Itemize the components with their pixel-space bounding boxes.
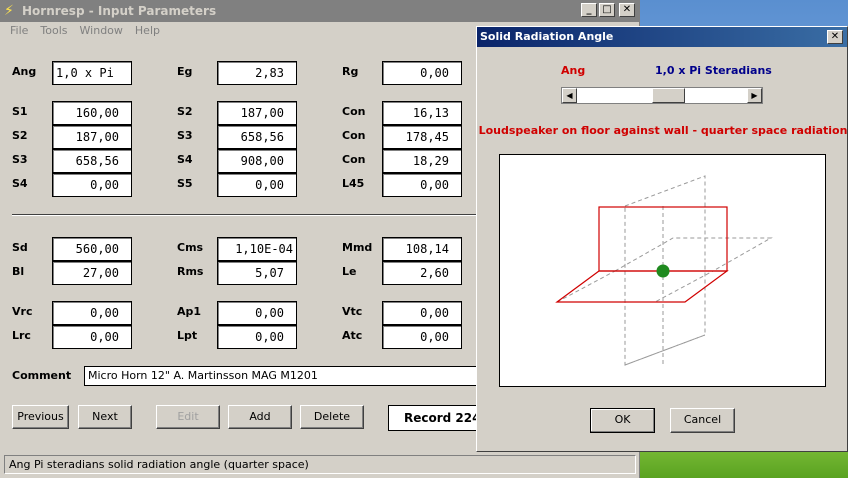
dialog-titlebar: Solid Radiation Angle ✕: [477, 27, 847, 47]
radiation-description: Loudspeaker on floor against wall - quar…: [478, 124, 848, 137]
menu-tools[interactable]: Tools: [34, 22, 73, 40]
menu-help[interactable]: Help: [129, 22, 166, 40]
label-sd: Sd: [12, 241, 28, 254]
minimize-button[interactable]: _: [581, 3, 597, 17]
field-con-2[interactable]: 178,45: [382, 125, 462, 149]
field-vtc[interactable]: 0,00: [382, 301, 462, 325]
label-s1: S1: [12, 105, 28, 118]
field-s3-right[interactable]: 658,56: [217, 125, 297, 149]
dialog-title: Solid Radiation Angle: [480, 30, 614, 43]
quarter-space-solid-lines: [555, 206, 729, 303]
label-s3: S3: [12, 153, 28, 166]
label-con-2: Con: [342, 129, 366, 142]
label-bl: Bl: [12, 265, 25, 278]
floor-parallelogram: [555, 270, 729, 303]
window-title: Hornresp - Input Parameters: [22, 4, 217, 18]
field-s2[interactable]: 187,00: [52, 125, 132, 149]
label-s2-right: S2: [177, 105, 193, 118]
field-con-1[interactable]: 16,13: [382, 101, 462, 125]
field-s1[interactable]: 160,00: [52, 101, 132, 125]
angle-slider[interactable]: ◀ ▶: [561, 87, 763, 104]
scroll-left-arrow-icon[interactable]: ◀: [562, 88, 577, 103]
solid-radiation-angle-dialog: Solid Radiation Angle ✕ Ang 1,0 x Pi Ste…: [476, 26, 848, 452]
label-le: Le: [342, 265, 357, 278]
field-ap1[interactable]: 0,00: [217, 301, 297, 325]
dashed-horizontal-plane: [613, 237, 773, 272]
label-vrc: Vrc: [12, 305, 33, 318]
field-eg[interactable]: 2,83: [217, 61, 297, 85]
label-rms: Rms: [177, 265, 204, 278]
comment-field[interactable]: Micro Horn 12" A. Martinsson MAG M1201: [84, 366, 484, 386]
label-lrc: Lrc: [12, 329, 31, 342]
label-comment: Comment: [12, 369, 72, 382]
slider-thumb[interactable]: [652, 88, 685, 103]
label-s4: S4: [12, 177, 28, 190]
status-bar: Ang Pi steradians solid radiation angle …: [4, 455, 636, 474]
next-button[interactable]: Next: [78, 405, 132, 429]
radiation-diagram: [499, 154, 826, 387]
main-titlebar: ⚡ Hornresp - Input Parameters _ □ ✕: [0, 0, 639, 22]
label-s5: S5: [177, 177, 193, 190]
menu-file[interactable]: File: [4, 22, 34, 40]
label-con-1: Con: [342, 105, 366, 118]
field-rms[interactable]: 5,07: [217, 261, 297, 285]
field-con-3[interactable]: 18,29: [382, 149, 462, 173]
scroll-right-arrow-icon[interactable]: ▶: [747, 88, 762, 103]
field-vrc[interactable]: 0,00: [52, 301, 132, 325]
field-rg[interactable]: 0,00: [382, 61, 462, 85]
field-mmd[interactable]: 108,14: [382, 237, 462, 261]
cancel-button[interactable]: Cancel: [670, 408, 735, 433]
field-l45[interactable]: 0,00: [382, 173, 462, 197]
label-lpt: Lpt: [177, 329, 198, 342]
label-rg: Rg: [342, 65, 359, 78]
record-indicator: Record 224: [388, 405, 484, 431]
maximize-button[interactable]: □: [599, 3, 615, 17]
separator: [12, 214, 482, 216]
field-sd[interactable]: 560,00: [52, 237, 132, 261]
field-le[interactable]: 2,60: [382, 261, 462, 285]
field-s3[interactable]: 658,56: [52, 149, 132, 173]
label-ang: Ang: [12, 65, 37, 78]
field-cms[interactable]: 1,10E-04: [217, 237, 297, 261]
ok-button[interactable]: OK: [590, 408, 655, 433]
hornresp-app-icon: ⚡: [4, 3, 14, 19]
field-ang[interactable]: 1,0 x Pi: [52, 61, 132, 85]
label-l45: L45: [342, 177, 365, 190]
dialog-ang-label: Ang: [561, 64, 586, 77]
dialog-ang-value: 1,0 x Pi Steradians: [655, 64, 772, 77]
previous-button[interactable]: Previous: [12, 405, 69, 429]
label-atc: Atc: [342, 329, 363, 342]
label-con-3: Con: [342, 153, 366, 166]
label-s2: S2: [12, 129, 28, 142]
label-ap1: Ap1: [177, 305, 202, 318]
field-atc[interactable]: 0,00: [382, 325, 462, 349]
field-s5[interactable]: 0,00: [217, 173, 297, 197]
label-eg: Eg: [177, 65, 193, 78]
menu-window[interactable]: Window: [74, 22, 129, 40]
dialog-close-button[interactable]: ✕: [827, 30, 843, 44]
field-s4[interactable]: 0,00: [52, 173, 132, 197]
field-s4-right[interactable]: 908,00: [217, 149, 297, 173]
dashed-lower-plane: [556, 270, 714, 303]
add-button[interactable]: Add: [228, 405, 292, 429]
edit-button: Edit: [156, 405, 220, 429]
field-lrc[interactable]: 0,00: [52, 325, 132, 349]
radiation-diagram-svg: [555, 175, 773, 366]
field-lpt[interactable]: 0,00: [217, 325, 297, 349]
label-mmd: Mmd: [342, 241, 373, 254]
label-s3-right: S3: [177, 129, 193, 142]
delete-button[interactable]: Delete: [300, 405, 364, 429]
label-s4-right: S4: [177, 153, 193, 166]
label-vtc: Vtc: [342, 305, 363, 318]
field-bl[interactable]: 27,00: [52, 261, 132, 285]
close-button[interactable]: ✕: [619, 3, 635, 17]
speaker-position-dot: [656, 264, 670, 278]
label-cms: Cms: [177, 241, 204, 254]
field-s2-right[interactable]: 187,00: [217, 101, 297, 125]
